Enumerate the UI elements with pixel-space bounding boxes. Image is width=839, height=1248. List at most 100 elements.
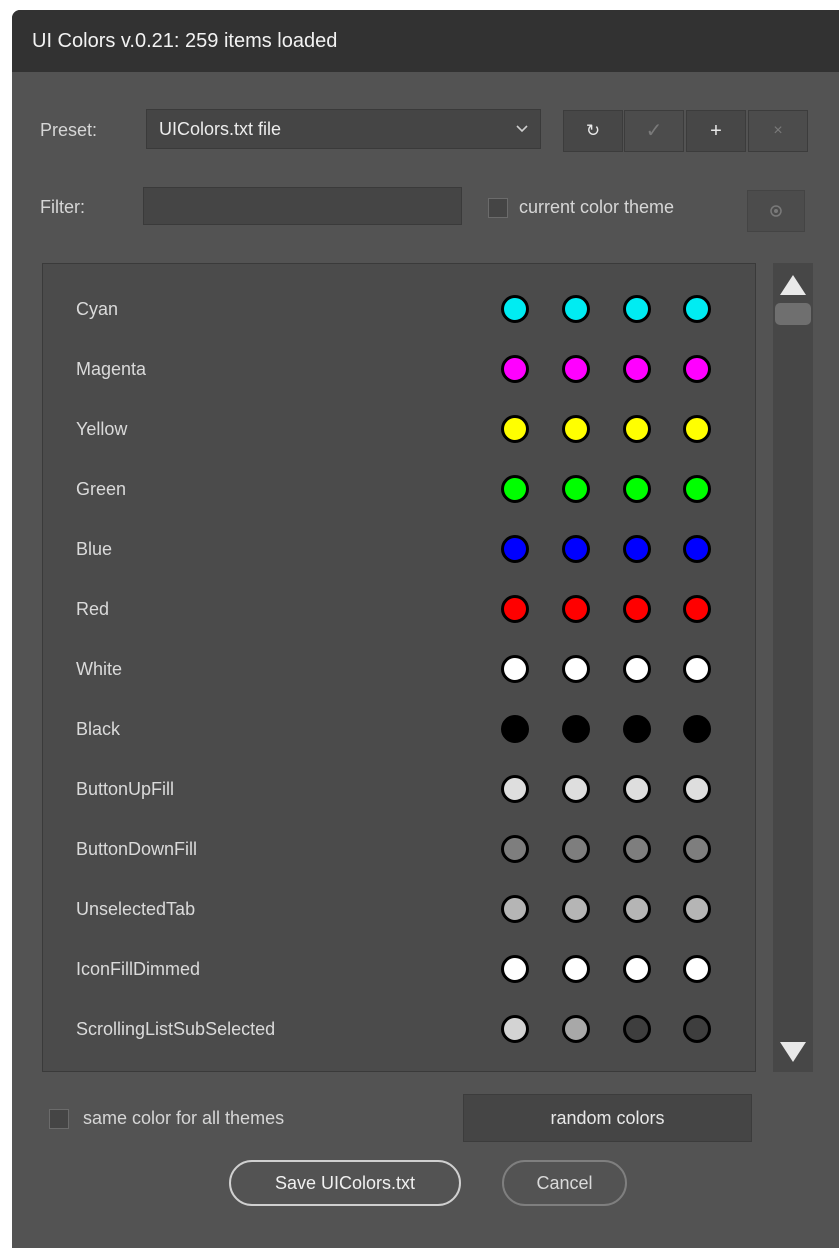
color-item-name: ButtonUpFill xyxy=(76,779,175,799)
current-theme-checkbox[interactable] xyxy=(488,198,508,218)
color-swatch-4[interactable] xyxy=(683,295,711,323)
color-swatch-2[interactable] xyxy=(562,295,590,323)
color-swatch-1[interactable] xyxy=(501,955,529,983)
color-swatch-1[interactable] xyxy=(501,1015,529,1043)
reload-preset-button[interactable]: ↻ xyxy=(563,110,623,152)
color-item-name: UnselectedTab xyxy=(76,899,196,919)
color-item-name: ScrollingListSubSelected xyxy=(76,1019,276,1039)
color-swatch-3[interactable] xyxy=(623,955,651,983)
color-swatch-1[interactable] xyxy=(501,415,529,443)
color-swatch-4[interactable] xyxy=(683,775,711,803)
color-items-list[interactable]: Cyan Magenta Yellow Green Blue Red White Black B… xyxy=(42,263,756,1072)
theme-button[interactable] xyxy=(747,190,805,232)
color-swatch-3[interactable] xyxy=(623,535,651,563)
color-swatch-1[interactable] xyxy=(501,655,529,683)
color-swatch-4[interactable] xyxy=(683,535,711,563)
color-swatch-2[interactable] xyxy=(562,535,590,563)
color-swatch-4[interactable] xyxy=(683,415,711,443)
color-swatch-4[interactable] xyxy=(683,715,711,743)
color-swatch-4[interactable] xyxy=(683,595,711,623)
apply-preset-button[interactable]: ✓ xyxy=(624,110,684,152)
preset-dropdown[interactable]: UIColors.txt file xyxy=(146,109,541,149)
color-swatch-2[interactable] xyxy=(562,475,590,503)
color-swatch-4[interactable] xyxy=(683,835,711,863)
color-swatch-1[interactable] xyxy=(501,715,529,743)
same-color-checkbox[interactable] xyxy=(49,1109,69,1129)
color-swatch-2[interactable] xyxy=(562,1015,590,1043)
title-bar: UI Colors v.0.21: 259 items loaded xyxy=(12,10,839,72)
list-item[interactable]: Green xyxy=(43,459,755,519)
color-swatch-4[interactable] xyxy=(683,475,711,503)
color-item-name: Black xyxy=(76,719,121,739)
list-item[interactable]: ButtonDownFill xyxy=(43,819,755,879)
list-item[interactable]: Black xyxy=(43,699,755,759)
chevron-down-icon xyxy=(516,125,528,133)
list-item[interactable]: IconFillDimmed xyxy=(43,939,755,999)
preset-label: Preset: xyxy=(40,120,98,140)
color-swatch-3[interactable] xyxy=(623,835,651,863)
color-swatch-2[interactable] xyxy=(562,355,590,383)
filter-label: Filter: xyxy=(40,197,85,217)
color-swatch-1[interactable] xyxy=(501,775,529,803)
color-swatch-4[interactable] xyxy=(683,355,711,383)
color-swatch-2[interactable] xyxy=(562,895,590,923)
color-swatch-1[interactable] xyxy=(501,355,529,383)
color-item-name: Green xyxy=(76,479,127,499)
list-item[interactable]: Yellow xyxy=(43,399,755,459)
color-swatch-1[interactable] xyxy=(501,895,529,923)
color-swatch-3[interactable] xyxy=(623,355,651,383)
add-preset-button[interactable]: + xyxy=(686,110,746,152)
color-swatch-3[interactable] xyxy=(623,475,651,503)
scroll-down-icon[interactable] xyxy=(773,1036,813,1066)
color-swatch-4[interactable] xyxy=(683,955,711,983)
color-swatch-3[interactable] xyxy=(623,715,651,743)
save-button[interactable]: Save UIColors.txt xyxy=(229,1160,461,1206)
color-item-name: Red xyxy=(76,599,110,619)
color-swatch-3[interactable] xyxy=(623,1015,651,1043)
color-swatch-2[interactable] xyxy=(562,415,590,443)
color-swatch-1[interactable] xyxy=(501,595,529,623)
color-swatch-2[interactable] xyxy=(562,835,590,863)
cancel-button[interactable]: Cancel xyxy=(502,1160,627,1206)
list-item[interactable]: Magenta xyxy=(43,339,755,399)
list-scrollbar[interactable] xyxy=(773,263,813,1072)
list-item[interactable]: Cyan xyxy=(43,279,755,339)
scroll-thumb[interactable] xyxy=(775,303,811,325)
color-swatch-4[interactable] xyxy=(683,655,711,683)
random-colors-button[interactable]: random colors xyxy=(463,1094,752,1142)
color-swatch-2[interactable] xyxy=(562,595,590,623)
list-item[interactable]: ScrollingListSubSelected xyxy=(43,999,755,1059)
ui-colors-dialog: UI Colors v.0.21: 259 items loaded Prese… xyxy=(12,10,839,1248)
color-swatch-4[interactable] xyxy=(683,1015,711,1043)
color-swatch-3[interactable] xyxy=(623,295,651,323)
color-swatch-2[interactable] xyxy=(562,775,590,803)
list-item[interactable]: Blue xyxy=(43,519,755,579)
color-item-name: Cyan xyxy=(76,299,119,319)
color-swatch-1[interactable] xyxy=(501,535,529,563)
color-swatch-3[interactable] xyxy=(623,655,651,683)
list-item[interactable]: Red xyxy=(43,579,755,639)
scroll-up-icon[interactable] xyxy=(773,269,813,299)
remove-preset-button[interactable]: × xyxy=(748,110,808,152)
list-item[interactable]: White xyxy=(43,639,755,699)
color-item-name: ButtonDownFill xyxy=(76,839,198,859)
color-swatch-2[interactable] xyxy=(562,655,590,683)
color-swatch-3[interactable] xyxy=(623,415,651,443)
color-swatch-2[interactable] xyxy=(562,955,590,983)
color-swatch-2[interactable] xyxy=(562,715,590,743)
color-swatch-1[interactable] xyxy=(501,295,529,323)
list-item[interactable]: UnselectedTab xyxy=(43,879,755,939)
preset-value: UIColors.txt file xyxy=(159,119,282,139)
color-swatch-3[interactable] xyxy=(623,775,651,803)
color-swatch-3[interactable] xyxy=(623,595,651,623)
color-swatch-1[interactable] xyxy=(501,835,529,863)
same-color-label: same color for all themes xyxy=(83,1108,285,1128)
filter-input[interactable] xyxy=(143,187,462,225)
color-item-name: Yellow xyxy=(76,419,128,439)
color-swatch-3[interactable] xyxy=(623,895,651,923)
color-item-name: White xyxy=(76,659,123,679)
color-swatch-1[interactable] xyxy=(501,475,529,503)
target-icon xyxy=(770,205,782,217)
color-swatch-4[interactable] xyxy=(683,895,711,923)
list-item[interactable]: ButtonUpFill xyxy=(43,759,755,819)
